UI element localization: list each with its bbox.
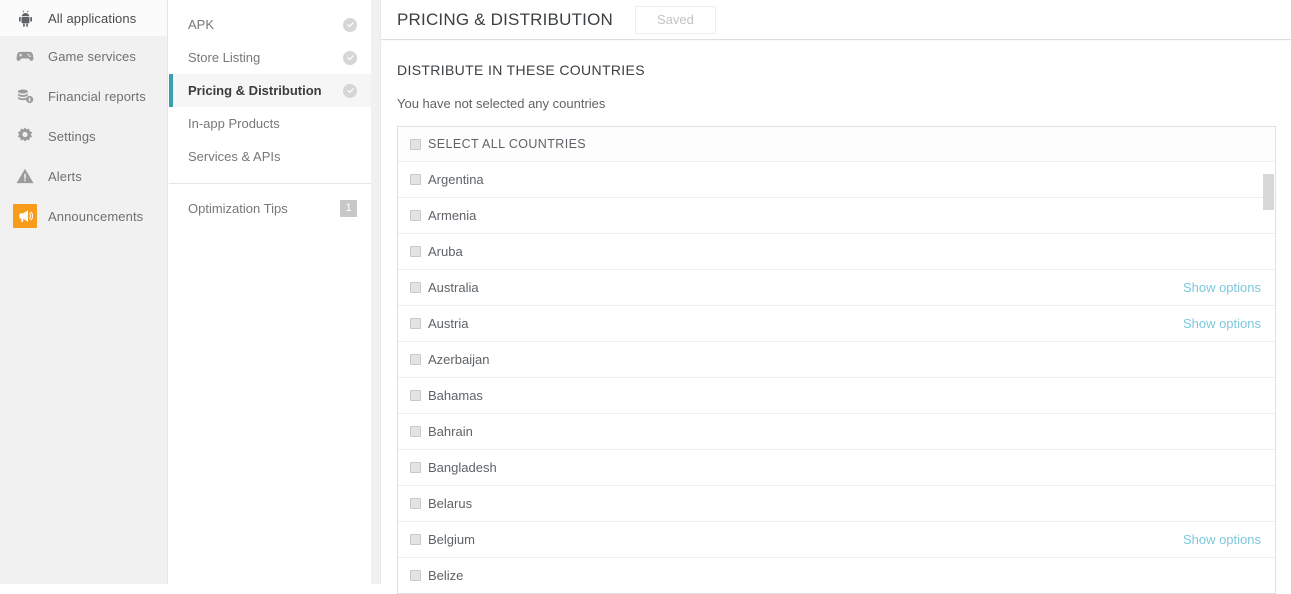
nav-item-label: In-app Products <box>188 116 280 131</box>
select-all-label: SELECT ALL COUNTRIES <box>428 137 587 151</box>
show-options-link[interactable]: Show options <box>1183 280 1261 295</box>
save-button[interactable]: Saved <box>634 5 716 34</box>
nav-item-services-and-apis[interactable]: Services & APIs <box>169 140 371 173</box>
nav-item-label: Services & APIs <box>188 149 281 164</box>
gear-icon <box>10 123 40 149</box>
country-name: Azerbaijan <box>428 352 490 367</box>
table-row[interactable]: Austria Show options <box>398 305 1275 341</box>
sidebar-item-all-applications[interactable]: All applications <box>0 0 167 36</box>
nav-item-label: Pricing & Distribution <box>188 83 322 98</box>
show-options-link[interactable]: Show options <box>1183 316 1261 331</box>
sidebar-item-alerts[interactable]: Alerts <box>0 156 167 196</box>
gamepad-icon <box>10 43 40 69</box>
sidebar-item-label: Financial reports <box>48 88 146 104</box>
check-circle-icon <box>343 50 357 65</box>
countries-list-panel: SELECT ALL COUNTRIES Argentina Armenia A… <box>397 126 1276 594</box>
check-circle-icon <box>343 17 357 32</box>
table-row[interactable]: Belarus <box>398 485 1275 521</box>
nav-item-apk[interactable]: APK <box>169 8 371 41</box>
country-name: Australia <box>428 280 479 295</box>
table-row[interactable]: Armenia <box>398 197 1275 233</box>
nav-item-label: Optimization Tips <box>188 201 288 216</box>
nav-item-optimization-tips[interactable]: Optimization Tips 1 <box>169 192 371 225</box>
country-checkbox[interactable] <box>410 318 421 329</box>
coins-icon <box>10 83 40 109</box>
page-body: DISTRIBUTE IN THESE COUNTRIES You have n… <box>381 40 1291 594</box>
nav-item-store-listing[interactable]: Store Listing <box>169 41 371 74</box>
country-name: Armenia <box>428 208 477 223</box>
country-checkbox[interactable] <box>410 354 421 365</box>
country-checkbox[interactable] <box>410 534 421 545</box>
country-checkbox[interactable] <box>410 282 421 293</box>
main-content: PRICING & DISTRIBUTION Saved DISTRIBUTE … <box>381 0 1291 594</box>
sidebar-item-label: All applications <box>48 10 137 26</box>
table-row[interactable]: Azerbaijan <box>398 341 1275 377</box>
section-title: DISTRIBUTE IN THESE COUNTRIES <box>397 62 645 78</box>
page-title: PRICING & DISTRIBUTION <box>397 9 613 29</box>
country-name: Belize <box>428 568 464 583</box>
table-row[interactable]: Bangladesh <box>398 449 1275 485</box>
country-checkbox[interactable] <box>410 426 421 437</box>
megaphone-icon-badge <box>13 204 37 228</box>
table-row[interactable]: Bahrain <box>398 413 1275 449</box>
sidebar-item-label: Alerts <box>48 168 82 184</box>
secondary-nav-tips-group: Optimization Tips 1 <box>169 184 371 225</box>
nav-item-label: APK <box>188 17 215 32</box>
table-row[interactable]: Australia Show options <box>398 269 1275 305</box>
sidebar-item-label: Game services <box>48 48 136 64</box>
select-all-countries-row[interactable]: SELECT ALL COUNTRIES <box>398 127 1275 161</box>
nav-item-pricing-and-distribution[interactable]: Pricing & Distribution <box>169 74 371 107</box>
table-row[interactable]: Belgium Show options <box>398 521 1275 557</box>
country-checkbox[interactable] <box>410 498 421 509</box>
country-name: Belgium <box>428 532 475 547</box>
warning-triangle-icon <box>10 163 40 189</box>
table-row[interactable]: Belize <box>398 557 1275 593</box>
country-checkbox[interactable] <box>410 174 421 185</box>
country-name: Aruba <box>428 244 463 259</box>
secondary-nav-group: APK Store Listing Pricing & Distribution… <box>169 0 371 173</box>
show-options-link[interactable]: Show options <box>1183 532 1261 547</box>
optimization-tips-badge: 1 <box>340 200 357 217</box>
table-row[interactable]: Bahamas <box>398 377 1275 413</box>
country-checkbox[interactable] <box>410 390 421 401</box>
country-checkbox[interactable] <box>410 246 421 257</box>
table-row[interactable]: Aruba <box>398 233 1275 269</box>
sidebar-item-announcements[interactable]: Announcements <box>0 196 167 236</box>
country-name: Bahamas <box>428 388 483 403</box>
primary-sidebar: All applications Game services Financial… <box>0 0 168 584</box>
table-row[interactable]: Argentina <box>398 161 1275 197</box>
sidebar-item-settings[interactable]: Settings <box>0 116 167 156</box>
country-name: Austria <box>428 316 469 331</box>
country-checkbox[interactable] <box>410 570 421 581</box>
countries-scrollbar[interactable] <box>1263 161 1274 593</box>
nav-item-label: Store Listing <box>188 50 261 65</box>
country-name: Bahrain <box>428 424 473 439</box>
nav-item-in-app-products[interactable]: In-app Products <box>169 107 371 140</box>
megaphone-icon <box>10 203 40 229</box>
country-name: Belarus <box>428 496 473 511</box>
country-checkbox[interactable] <box>410 210 421 221</box>
sidebar-item-label: Announcements <box>48 208 144 224</box>
android-icon <box>10 5 40 31</box>
nav-gutter <box>371 0 381 584</box>
sidebar-item-label: Settings <box>48 128 96 144</box>
secondary-sidebar: APK Store Listing Pricing & Distribution… <box>169 0 371 584</box>
sidebar-item-game-services[interactable]: Game services <box>0 36 167 76</box>
play-console-app: All applications Game services Financial… <box>0 0 1291 594</box>
sidebar-item-financial-reports[interactable]: Financial reports <box>0 76 167 116</box>
country-checkbox[interactable] <box>410 462 421 473</box>
page-header: PRICING & DISTRIBUTION Saved <box>381 0 1291 42</box>
country-name: Argentina <box>428 172 484 187</box>
country-name: Bangladesh <box>428 460 497 475</box>
selection-status-text: You have not selected any countries <box>397 96 606 111</box>
select-all-checkbox[interactable] <box>410 138 421 150</box>
countries-scrollbar-thumb[interactable] <box>1263 174 1274 210</box>
check-circle-icon <box>343 83 357 98</box>
